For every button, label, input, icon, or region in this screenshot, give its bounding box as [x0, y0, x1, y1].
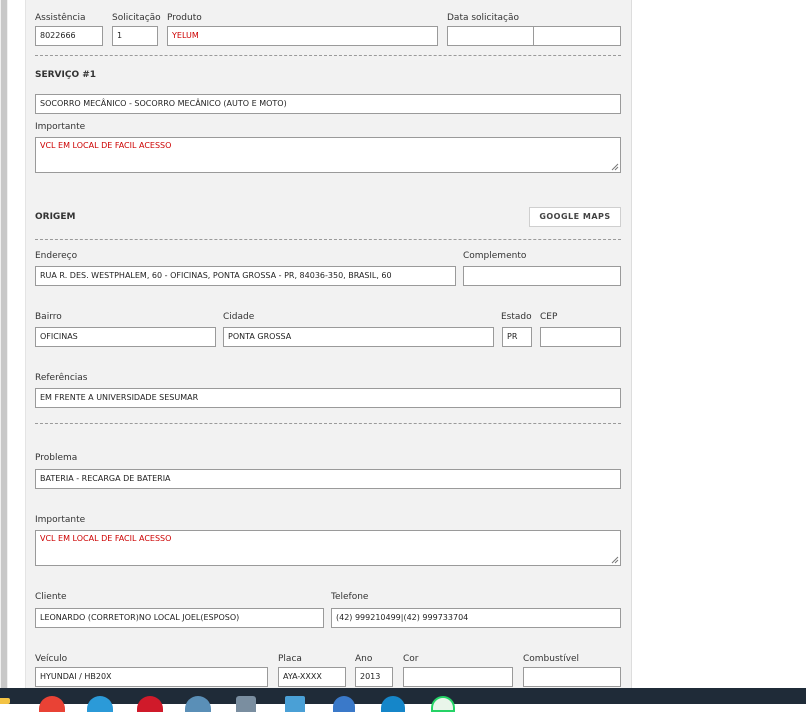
produto-field[interactable]: YELUM	[167, 26, 438, 46]
solicitacao-label: Solicitação	[112, 13, 161, 23]
hora-solicitacao-field[interactable]	[533, 26, 621, 46]
detalhes-importante-label: Importante	[35, 515, 86, 525]
servico-importante-textarea[interactable]: VCL EM LOCAL DE FACIL ACESSO	[35, 137, 621, 173]
data-solicitacao-label: Data solicitação	[447, 13, 520, 23]
solicitacao-field[interactable]: 1	[112, 26, 158, 46]
ano-label: Ano	[355, 654, 373, 664]
bairro-label: Bairro	[35, 312, 62, 322]
complemento-field[interactable]	[463, 266, 621, 286]
endereco-label: Endereço	[35, 251, 78, 261]
data-solicitacao-field[interactable]	[447, 26, 534, 46]
detalhes-importante-textarea[interactable]: VCL EM LOCAL DE FACIL ACESSO	[35, 530, 621, 566]
origem-title: ORIGEM	[35, 212, 76, 222]
scrollbar-thumb[interactable]	[1, 0, 7, 688]
combustivel-label: Combustível	[523, 654, 580, 664]
cliente-field[interactable]: LEONARDO (CORRETOR)NO LOCAL JOEL(ESPOSO)	[35, 608, 324, 628]
problema-label: Problema	[35, 453, 78, 463]
produto-label: Produto	[167, 13, 202, 23]
cor-label: Cor	[403, 654, 419, 664]
referencias-label: Referências	[35, 373, 88, 383]
detalhes-importante-text: VCL EM LOCAL DE FACIL ACESSO	[40, 534, 172, 543]
veiculo-label: Veículo	[35, 654, 68, 664]
page-scrollbar[interactable]	[0, 0, 8, 688]
resize-grip-icon[interactable]	[611, 556, 619, 564]
file-explorer-icon[interactable]	[0, 698, 10, 704]
placa-label: Placa	[278, 654, 302, 664]
section-divider	[35, 423, 621, 424]
estado-label: Estado	[501, 312, 532, 322]
browser-icon[interactable]	[333, 696, 355, 712]
ano-field[interactable]: 2013	[355, 667, 393, 687]
cidade-label: Cidade	[223, 312, 255, 322]
complemento-label: Complemento	[463, 251, 527, 261]
telefone-label: Telefone	[331, 592, 369, 602]
servico-importante-label: Importante	[35, 122, 86, 132]
cep-field[interactable]	[540, 327, 621, 347]
placa-field[interactable]: AYA-XXXX	[278, 667, 346, 687]
endereco-field[interactable]: RUA R. DES. WESTPHALEM, 60 - OFICINAS, P…	[35, 266, 456, 286]
referencias-field[interactable]: EM FRENTE A UNIVERSIDADE SESUMAR	[35, 388, 621, 408]
cidade-field[interactable]: PONTA GROSSA	[223, 327, 494, 347]
bairro-field[interactable]: OFICINAS	[35, 327, 216, 347]
servico-title: SERVIÇO #1	[35, 70, 97, 80]
servico-field[interactable]: SOCORRO MECÂNICO - SOCORRO MECÂNICO (AUT…	[35, 94, 621, 114]
combustivel-field[interactable]	[523, 667, 621, 687]
telefone-field[interactable]: (42) 999210499|(42) 999733704	[331, 608, 621, 628]
resize-grip-icon[interactable]	[611, 163, 619, 171]
cliente-label: Cliente	[35, 592, 67, 602]
problema-field[interactable]: BATERIA - RECARGA DE BATERIA	[35, 469, 621, 489]
window-icon[interactable]	[285, 696, 305, 712]
servico-importante-text: VCL EM LOCAL DE FACIL ACESSO	[40, 141, 172, 150]
veiculo-field[interactable]: HYUNDAI / HB20X	[35, 667, 268, 687]
section-divider	[35, 55, 621, 56]
google-maps-button[interactable]: GOOGLE MAPS	[529, 207, 621, 227]
estado-field[interactable]: PR	[502, 327, 532, 347]
cor-field[interactable]	[403, 667, 513, 687]
assistencia-field[interactable]: 8022666	[35, 26, 103, 46]
section-divider	[35, 239, 621, 240]
notepad-icon[interactable]	[236, 696, 256, 712]
cep-label: CEP	[540, 312, 558, 322]
assistencia-label: Assistência	[35, 13, 86, 23]
